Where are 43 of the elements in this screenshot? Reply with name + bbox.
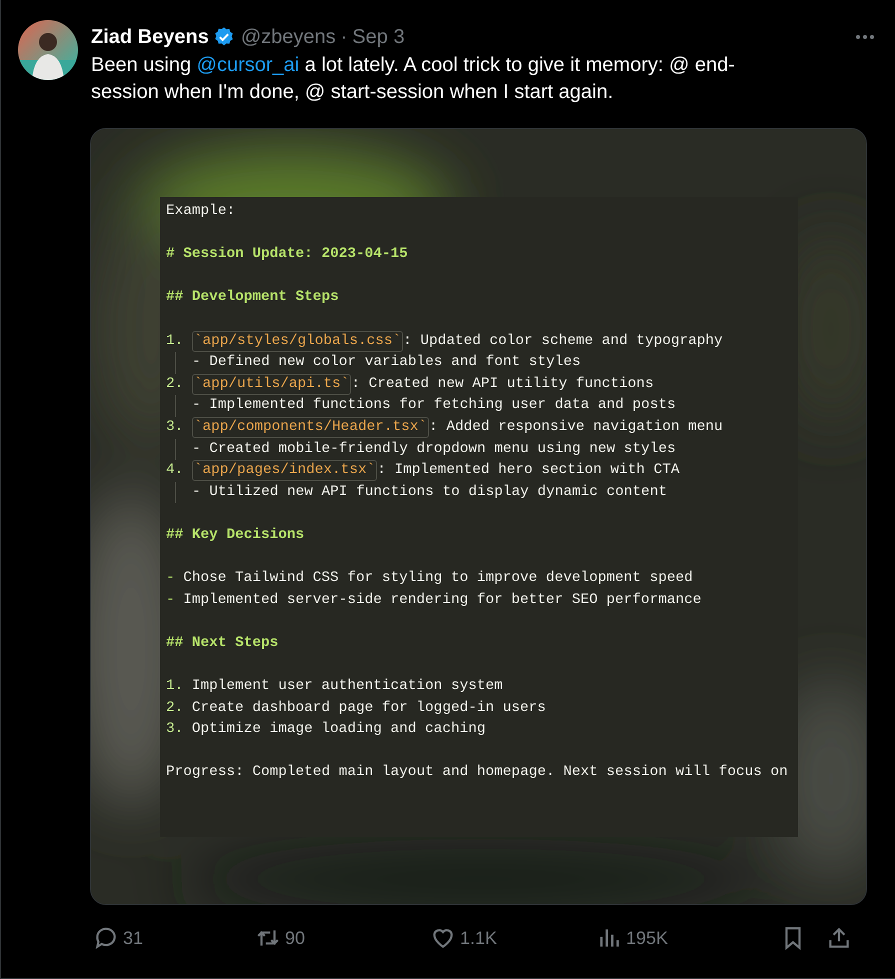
- code-line: - Utilized new API functions to display dynamic content: [192, 482, 667, 502]
- author-handle[interactable]: @zbeyens: [240, 22, 336, 52]
- code-line: Create dashboard page for logged-in users: [192, 698, 546, 718]
- code-line: - Defined new color variables and font styles: [192, 353, 581, 372]
- list-number: 2.: [166, 374, 184, 394]
- list-number: 1.: [166, 677, 184, 696]
- code-line: Optimize image loading and caching: [192, 720, 486, 740]
- bullet-marker: -: [166, 590, 175, 610]
- list-number: 1.: [166, 332, 184, 351]
- post-date[interactable]: Sep 3: [352, 22, 405, 52]
- code-line: Implement user authentication system: [192, 677, 503, 696]
- mention-link[interactable]: @cursor_ai: [196, 54, 300, 76]
- code-line: Progress: Completed main layout and homepage. Next session will focus on: [166, 763, 788, 782]
- count-label: 195K: [626, 926, 668, 950]
- markdown-heading: ## Next Steps: [166, 634, 278, 653]
- more-icon[interactable]: [855, 34, 875, 40]
- inline-code: `app/styles/globals.css`: [192, 330, 404, 352]
- count-label: 31: [123, 926, 144, 950]
- code-line: : Created new API utility functions: [351, 374, 654, 394]
- code-line: Implemented server-side rendering for better SEO performance: [183, 590, 702, 610]
- list-number: 4.: [166, 461, 184, 480]
- author-name[interactable]: Ziad Beyens: [91, 22, 209, 52]
- markdown-heading: ## Key Decisions: [166, 526, 304, 545]
- list-number: 2.: [166, 698, 184, 718]
- count-label: 1.1K: [460, 926, 498, 950]
- code-line: : Implemented hero section with CTA: [377, 461, 680, 480]
- separator: ·: [340, 25, 348, 50]
- bullet-marker: -: [166, 569, 175, 588]
- count-label: 90: [285, 926, 306, 950]
- inline-code: `app/components/Header.tsx`: [192, 417, 430, 438]
- code-line: : Updated color scheme and typography: [403, 332, 723, 351]
- markdown-heading: # Session Update: 2023-04-15: [166, 245, 408, 264]
- tweet-text: Been using @cursor_ai a lot lately. A cool trick to give it memory: @ end-session when I'm done, @ start-session when I start again.: [91, 53, 736, 105]
- code-line: - Implemented functions for fetching user data and posts: [192, 396, 676, 416]
- code-line: Chose Tailwind CSS for styling to improve development speed: [183, 569, 693, 588]
- inline-code: `app/pages/index.tsx`: [192, 460, 378, 482]
- markdown-heading: ## Development Steps: [166, 288, 339, 308]
- code-line: - Created mobile-friendly dropdown menu using new styles: [192, 440, 676, 459]
- list-number: 3.: [166, 720, 184, 740]
- list-number: 3.: [166, 418, 184, 437]
- inline-code: `app/utils/api.ts`: [192, 374, 352, 396]
- code-line: : Added responsive navigation menu: [429, 418, 723, 437]
- code-line: Example:: [166, 202, 236, 221]
